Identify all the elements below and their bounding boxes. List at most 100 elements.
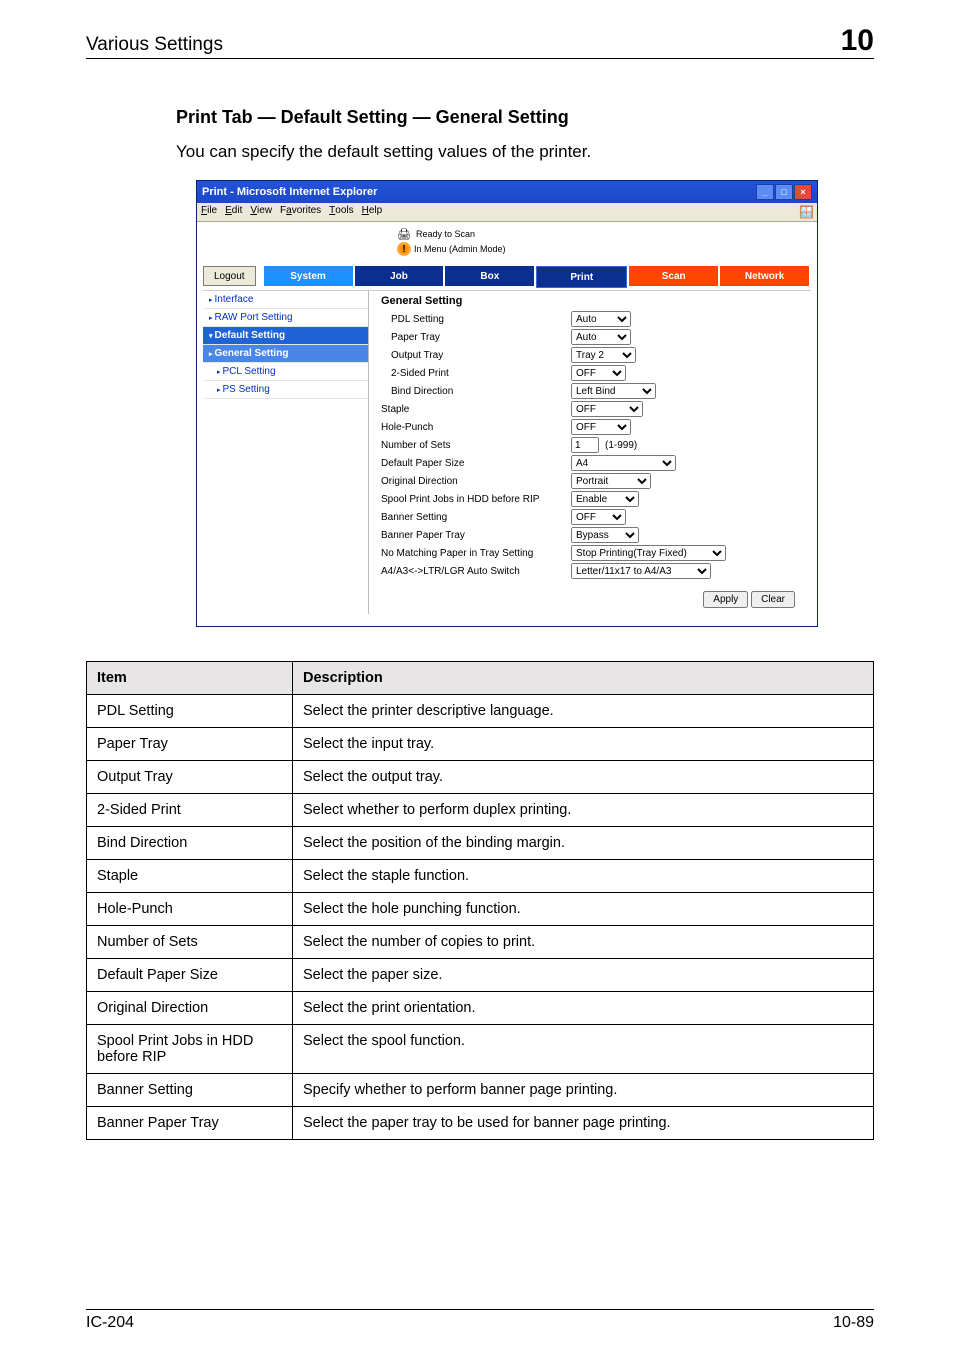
tab-system[interactable]: System: [264, 266, 353, 286]
select-outputtray[interactable]: Tray 2: [571, 347, 636, 363]
titlebar: Print - Microsoft Internet Explorer _ □ …: [197, 181, 817, 203]
sidebar-item-interface[interactable]: Interface: [203, 291, 368, 309]
printer-icon: [397, 228, 413, 240]
label-staple: Staple: [381, 404, 571, 415]
sidebar-item-pcl[interactable]: PCL Setting: [203, 363, 368, 381]
table-row: Output TraySelect the output tray.: [87, 761, 874, 794]
status-ready: Ready to Scan: [416, 228, 475, 241]
table-row: Paper TraySelect the input tray.: [87, 728, 874, 761]
menu-favorites[interactable]: Favorites: [280, 205, 321, 219]
browser-window: Print - Microsoft Internet Explorer _ □ …: [196, 180, 818, 628]
cell-item: Bind Direction: [87, 827, 293, 860]
label-pdl: PDL Setting: [381, 314, 571, 325]
page-header: Various Settings 10: [86, 26, 874, 59]
th-desc: Description: [293, 662, 874, 695]
section-title: Print Tab — Default Setting — General Se…: [176, 107, 874, 128]
label-numsets: Number of Sets: [381, 440, 571, 451]
tab-box[interactable]: Box: [445, 266, 534, 286]
cell-desc: Select the position of the binding margi…: [293, 827, 874, 860]
apply-button[interactable]: Apply: [703, 591, 748, 608]
table-row: Original DirectionSelect the print orien…: [87, 992, 874, 1025]
table-row: Banner SettingSpecify whether to perform…: [87, 1074, 874, 1107]
select-papertray[interactable]: Auto: [571, 329, 631, 345]
menu-edit[interactable]: Edit: [225, 205, 242, 219]
cell-desc: Select the output tray.: [293, 761, 874, 794]
label-bannertray: Banner Paper Tray: [381, 530, 571, 541]
minimize-icon[interactable]: _: [756, 184, 774, 200]
table-row: Hole-PunchSelect the hole punching funct…: [87, 893, 874, 926]
menu-view[interactable]: View: [250, 205, 272, 219]
input-numsets[interactable]: [571, 437, 599, 453]
intro-text: You can specify the default setting valu…: [176, 140, 874, 164]
main-title: General Setting: [381, 295, 803, 307]
table-row: Bind DirectionSelect the position of the…: [87, 827, 874, 860]
select-banner[interactable]: OFF: [571, 509, 626, 525]
footer-left: IC-204: [86, 1314, 134, 1332]
description-table: Item Description PDL SettingSelect the p…: [86, 661, 874, 1140]
close-icon[interactable]: ×: [794, 184, 812, 200]
select-nomatch[interactable]: Stop Printing(Tray Fixed): [571, 545, 726, 561]
cell-item: Number of Sets: [87, 926, 293, 959]
status-mode: In Menu (Admin Mode): [414, 243, 506, 256]
select-a4a3[interactable]: Letter/11x17 to A4/A3: [571, 563, 711, 579]
label-papersize: Default Paper Size: [381, 458, 571, 469]
cell-desc: Select the input tray.: [293, 728, 874, 761]
maximize-icon[interactable]: □: [775, 184, 793, 200]
cell-item: 2-Sided Print: [87, 794, 293, 827]
label-punch: Hole-Punch: [381, 422, 571, 433]
menu-tools[interactable]: Tools: [329, 205, 353, 219]
tab-scan[interactable]: Scan: [629, 266, 718, 286]
tab-print[interactable]: Print: [536, 266, 627, 288]
select-pdl[interactable]: Auto: [571, 311, 631, 327]
select-spool[interactable]: Enable: [571, 491, 639, 507]
table-row: 2-Sided PrintSelect whether to perform d…: [87, 794, 874, 827]
sidebar-item-ps[interactable]: PS Setting: [203, 381, 368, 399]
table-row: StapleSelect the staple function.: [87, 860, 874, 893]
table-row: Default Paper SizeSelect the paper size.: [87, 959, 874, 992]
select-duplex[interactable]: OFF: [571, 365, 626, 381]
menu-file[interactable]: File: [201, 205, 217, 219]
label-bind: Bind Direction: [381, 386, 571, 397]
cell-item: Default Paper Size: [87, 959, 293, 992]
cell-desc: Select the paper tray to be used for ban…: [293, 1107, 874, 1140]
table-row: Spool Print Jobs in HDD before RIPSelect…: [87, 1025, 874, 1074]
cell-item: Staple: [87, 860, 293, 893]
cell-item: Spool Print Jobs in HDD before RIP: [87, 1025, 293, 1074]
sidebar-item-general[interactable]: General Setting: [203, 345, 368, 363]
label-duplex: 2-Sided Print: [381, 368, 571, 379]
select-bind[interactable]: Left Bind: [571, 383, 656, 399]
ie-icon: 🪟: [799, 205, 813, 219]
warning-icon: [397, 242, 411, 256]
cell-desc: Select the hole punching function.: [293, 893, 874, 926]
sidebar-item-default[interactable]: Default Setting: [203, 327, 368, 345]
menubar: File Edit View Favorites Tools Help 🪟: [197, 203, 817, 222]
footer-right: 10-89: [833, 1314, 874, 1332]
select-staple[interactable]: OFF: [571, 401, 643, 417]
cell-desc: Select whether to perform duplex printin…: [293, 794, 874, 827]
table-row: Number of SetsSelect the number of copie…: [87, 926, 874, 959]
cell-item: Hole-Punch: [87, 893, 293, 926]
select-papersize[interactable]: A4: [571, 455, 676, 471]
select-orient[interactable]: Portrait: [571, 473, 651, 489]
numsets-range: (1-999): [605, 440, 637, 451]
select-punch[interactable]: OFF: [571, 419, 631, 435]
chapter-number: 10: [841, 26, 874, 56]
table-row: PDL SettingSelect the printer descriptiv…: [87, 695, 874, 728]
select-bannertray[interactable]: Bypass: [571, 527, 639, 543]
tab-network[interactable]: Network: [720, 266, 809, 286]
cell-desc: Select the number of copies to print.: [293, 926, 874, 959]
table-row: Banner Paper TraySelect the paper tray t…: [87, 1107, 874, 1140]
label-banner: Banner Setting: [381, 512, 571, 523]
cell-desc: Select the printer descriptive language.: [293, 695, 874, 728]
clear-button[interactable]: Clear: [751, 591, 795, 608]
cell-item: Paper Tray: [87, 728, 293, 761]
label-orient: Original Direction: [381, 476, 571, 487]
sidebar-item-rawport[interactable]: RAW Port Setting: [203, 309, 368, 327]
cell-item: Output Tray: [87, 761, 293, 794]
cell-desc: Specify whether to perform banner page p…: [293, 1074, 874, 1107]
sidebar: Interface RAW Port Setting Default Setti…: [203, 291, 369, 614]
logout-button[interactable]: Logout: [203, 266, 256, 286]
tab-job[interactable]: Job: [355, 266, 444, 286]
cell-desc: Select the print orientation.: [293, 992, 874, 1025]
menu-help[interactable]: Help: [362, 205, 383, 219]
